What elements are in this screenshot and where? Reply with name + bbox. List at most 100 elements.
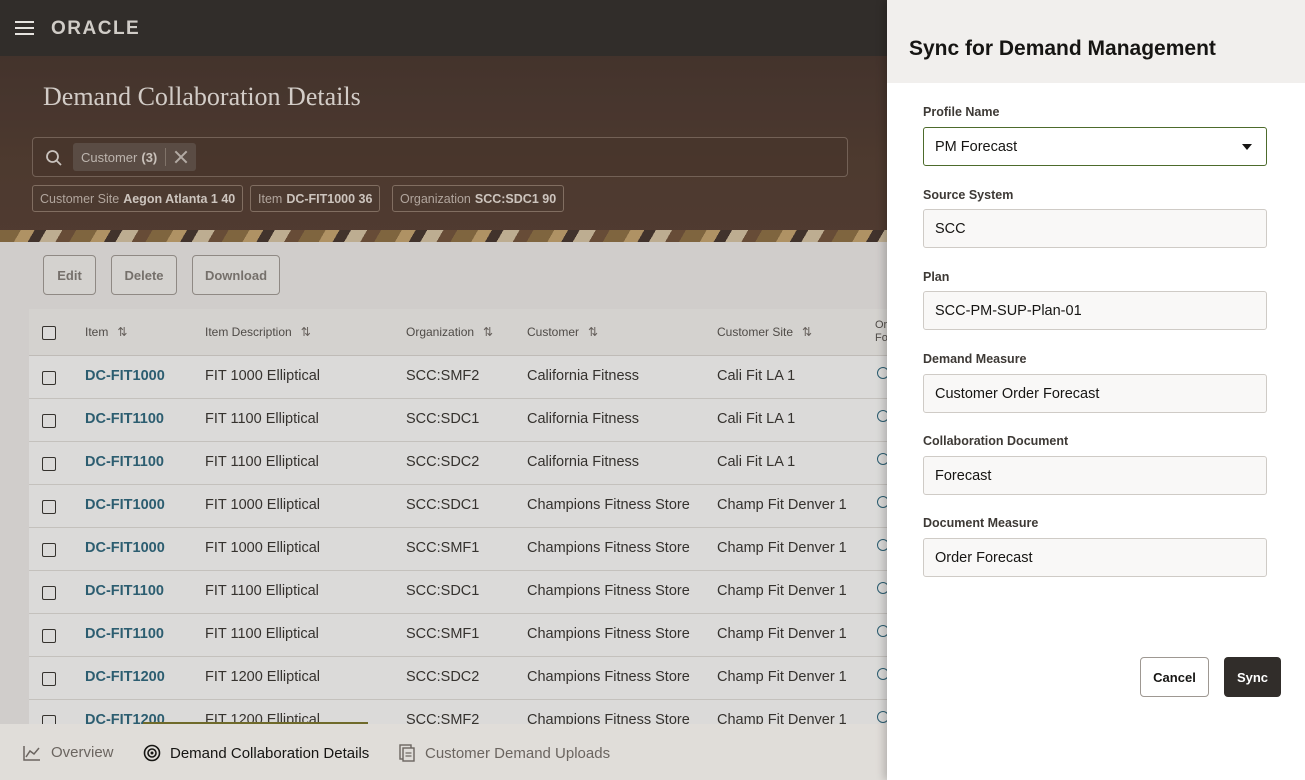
filter-label: Organization <box>400 191 471 206</box>
table-cell: Champ Fit Denver 1 <box>717 669 847 685</box>
chip-divider <box>165 148 167 166</box>
chip-count: (3) <box>141 149 158 165</box>
collaboration-document-field: Forecast <box>923 456 1267 495</box>
column-header-customer-site[interactable]: Customer Site ⇅ <box>717 325 812 339</box>
item-link[interactable]: DC-FIT1000 <box>85 540 165 556</box>
column-header-organization[interactable]: Organization ⇅ <box>406 325 493 339</box>
select-value: PM Forecast <box>935 139 1018 155</box>
table-cell: California Fitness <box>527 454 640 470</box>
tab-label: Customer Demand Uploads <box>425 744 611 762</box>
sort-icon[interactable]: ⇅ <box>483 325 493 339</box>
column-header-customer[interactable]: Customer ⇅ <box>527 325 598 339</box>
item-link[interactable]: DC-FIT1000 <box>85 368 165 384</box>
table-cell: California Fitness <box>527 411 640 427</box>
filter-chip-customer-site[interactable]: Customer Site Aegon Atlanta 1 40 <box>32 185 244 212</box>
sort-icon[interactable]: ⇅ <box>117 325 127 339</box>
table-cell: Cali Fit LA 1 <box>717 454 796 470</box>
row-checkbox[interactable] <box>42 629 56 643</box>
filter-chip-item[interactable]: Item DC-FIT1000 36 <box>250 185 381 212</box>
column-header-item[interactable]: Item ⇅ <box>85 325 127 339</box>
item-link[interactable]: DC-FIT1100 <box>85 583 164 599</box>
table-cell: SCC:SDC1 <box>406 497 480 513</box>
sort-icon[interactable]: ⇅ <box>588 325 598 339</box>
table-row[interactable]: DC-FIT1100 FIT 1100 Elliptical SCC:SDC1 Cha… <box>29 571 889 614</box>
document-measure-label: Document Measure <box>923 516 1039 530</box>
table-cell: California Fitness <box>527 368 640 384</box>
row-checkbox[interactable] <box>42 672 56 686</box>
column-label: Item <box>85 325 109 339</box>
row-checkbox[interactable] <box>42 371 56 385</box>
column-header-item-description[interactable]: Item Description ⇅ <box>205 325 311 339</box>
tab-label: Overview <box>51 744 114 761</box>
drawer-title: Sync for Demand Management <box>909 37 1216 60</box>
filter-value: Aegon Atlanta 1 40 <box>123 191 236 206</box>
table-cell: Champ Fit Denver 1 <box>717 583 847 599</box>
demand-measure-field: Customer Order Forecast <box>923 374 1267 413</box>
sync-button[interactable]: Sync <box>1224 657 1281 697</box>
row-checkbox[interactable] <box>42 586 56 600</box>
column-header-truncated[interactable]: Or Fo <box>875 319 888 345</box>
column-label: Customer Site <box>717 325 794 339</box>
search-icon[interactable] <box>45 149 63 167</box>
tab-label: Demand Collaboration Details <box>170 744 370 762</box>
row-checkbox[interactable] <box>42 500 56 514</box>
tab-overview[interactable]: Overview <box>23 744 114 761</box>
row-checkbox[interactable] <box>42 414 56 428</box>
profile-name-select[interactable]: PM Forecast <box>923 127 1267 166</box>
delete-button[interactable]: Delete <box>111 255 177 295</box>
table-cell: Champ Fit Denver 1 <box>717 497 847 513</box>
hamburger-menu-icon[interactable] <box>15 21 34 35</box>
download-button[interactable]: Download <box>192 255 280 295</box>
document-icon <box>399 744 415 762</box>
filter-label: Customer Site <box>40 191 120 206</box>
column-label: Customer <box>527 325 580 339</box>
document-measure-field: Order Forecast <box>923 538 1267 577</box>
customer-filter-chip[interactable]: Customer (3) <box>73 143 197 171</box>
edit-button[interactable]: Edit <box>43 255 96 295</box>
item-link[interactable]: DC-FIT1100 <box>85 626 164 642</box>
tab-customer-demand-uploads[interactable]: Customer Demand Uploads <box>399 744 610 762</box>
select-all-checkbox[interactable] <box>42 326 56 340</box>
oracle-logo[interactable]: ORACLE <box>51 18 140 40</box>
column-label: Item Description <box>205 325 292 339</box>
cancel-button[interactable]: Cancel <box>1140 657 1209 697</box>
chevron-down-icon[interactable] <box>1242 144 1252 150</box>
item-link[interactable]: DC-FIT1000 <box>85 497 165 513</box>
source-system-field: SCC <box>923 209 1267 248</box>
table-row[interactable]: DC-FIT1000 FIT 1000 Elliptical SCC:SMF2 Cal… <box>29 356 889 399</box>
chart-line-icon <box>23 745 40 761</box>
close-icon[interactable] <box>174 150 188 164</box>
item-link[interactable]: DC-FIT1100 <box>85 454 164 470</box>
tab-demand-collaboration-details[interactable]: Demand Collaboration Details <box>143 744 369 762</box>
source-system-label: Source System <box>923 188 1014 202</box>
table-cell: Champions Fitness Store <box>527 669 690 685</box>
table-row[interactable]: DC-FIT1000 FIT 1000 Elliptical SCC:SDC1 Cha… <box>29 485 889 528</box>
table-row[interactable]: DC-FIT1200 FIT 1200 Elliptical SCC:SDC2 Cha… <box>29 657 889 700</box>
filter-chip-organization[interactable]: Organization SCC:SDC1 90 <box>392 185 565 212</box>
sort-icon[interactable]: ⇅ <box>301 325 311 339</box>
column-label: Fo <box>875 332 888 344</box>
row-checkbox[interactable] <box>42 543 56 557</box>
page-title: Demand Collaboration Details <box>43 82 361 111</box>
banner-decoration <box>0 230 887 242</box>
profile-name-label: Profile Name <box>923 105 1000 119</box>
table-cell: Champions Fitness Store <box>527 626 690 642</box>
table-cell: FIT 1100 Elliptical <box>205 583 319 599</box>
table-row[interactable]: DC-FIT1100 FIT 1100 Elliptical SCC:SDC2 Cal… <box>29 442 889 485</box>
item-link[interactable]: DC-FIT1200 <box>85 669 165 685</box>
table-cell: FIT 1100 Elliptical <box>205 454 319 470</box>
row-checkbox[interactable] <box>42 457 56 471</box>
table-cell: FIT 1000 Elliptical <box>205 368 320 384</box>
bottom-tab-bar: Overview Demand Collaboration Details Cu… <box>0 724 887 780</box>
table-row[interactable]: DC-FIT1000 FIT 1000 Elliptical SCC:SMF1 Cha… <box>29 528 889 571</box>
table-row[interactable]: DC-FIT1100 FIT 1100 Elliptical SCC:SDC1 Cal… <box>29 399 889 442</box>
demand-measure-label: Demand Measure <box>923 352 1027 366</box>
table-cell: Cali Fit LA 1 <box>717 411 796 427</box>
sync-drawer: Sync for Demand Management Profile Name … <box>887 0 1305 780</box>
table-cell: SCC:SDC1 <box>406 583 480 599</box>
table-cell: SCC:SDC2 <box>406 454 480 470</box>
sort-icon[interactable]: ⇅ <box>802 325 812 339</box>
active-tab-indicator <box>143 722 368 724</box>
item-link[interactable]: DC-FIT1100 <box>85 411 164 427</box>
table-row[interactable]: DC-FIT1100 FIT 1100 Elliptical SCC:SMF1 Cha… <box>29 614 889 657</box>
